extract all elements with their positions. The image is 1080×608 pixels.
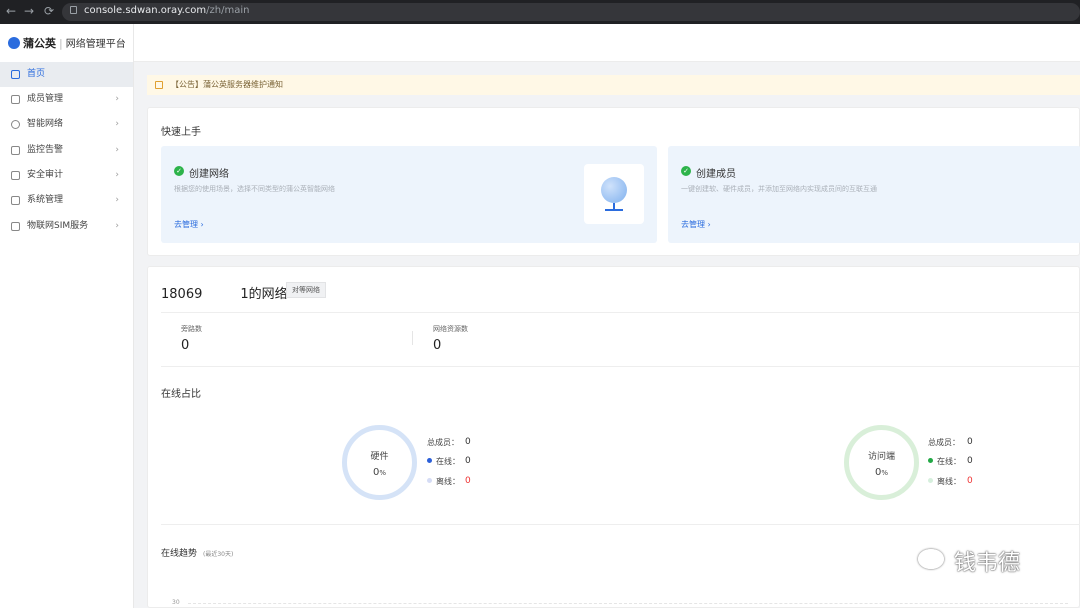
chevron-right-icon: › — [115, 119, 119, 129]
access-online-value: 0 — [967, 456, 973, 466]
trend-axis-tick: 30 — [172, 599, 180, 606]
hardware-total-value: 0 — [465, 437, 471, 447]
stat-value-bypass: 0 — [181, 338, 190, 353]
create-network-card[interactable]: ✓ 创建网络 根据您的使用场景，选择不同类型的蒲公英智能网络 去管理 › — [161, 146, 657, 243]
sidebar: 蒲公英 | 网络管理平台 首页 成员管理 › 智能网络 › 监控告警 › 安全审计 › 系统… — [0, 24, 134, 608]
create-member-card[interactable]: ✓ 创建成员 一键创建软、硬件成员，并添加至网络内实现成员间的互联互通 去管理 … — [668, 146, 1080, 243]
brand-logo[interactable]: 蒲公英 | 网络管理平台 — [8, 35, 126, 51]
monitor-icon — [11, 146, 20, 155]
notice-bar[interactable]: 【公告】蒲公英服务器维护通知 — [147, 75, 1080, 95]
hardware-total-label: 总成员： — [427, 438, 459, 447]
dandelion-logo-icon — [8, 37, 20, 49]
access-ring-chart — [844, 425, 919, 500]
audit-icon — [11, 171, 20, 180]
quickstart-card: 快速上手 ✓ 创建网络 根据您的使用场景，选择不同类型的蒲公英智能网络 去管理 … — [147, 107, 1080, 256]
offline-dot-icon — [928, 478, 933, 483]
user-icon — [11, 95, 20, 104]
url-text[interactable]: console.sdwan.oray.com/zh/main — [84, 5, 249, 16]
hardware-offline-label: 离线： — [427, 476, 460, 487]
create-member-link[interactable]: 去管理 › — [681, 219, 711, 230]
divider — [161, 312, 1080, 313]
online-trend-title: 在线趋势 (最近30天) — [161, 549, 234, 559]
divider — [161, 524, 1080, 525]
network-type-badge: 对等网络 — [286, 282, 326, 298]
access-offline-label: 离线： — [928, 476, 961, 487]
reload-icon[interactable]: ⟳ — [44, 4, 54, 18]
create-member-title: 创建成员 — [696, 169, 736, 180]
hardware-ring-chart — [342, 425, 417, 500]
network-icon — [11, 120, 20, 129]
chevron-right-icon: › — [115, 94, 119, 104]
network-name: 18069 1的网络 — [161, 286, 288, 302]
access-offline-value: 0 — [967, 476, 973, 486]
top-header — [134, 24, 1080, 62]
sidebar-item-network[interactable]: 智能网络 › — [0, 112, 133, 137]
divider — [161, 366, 1080, 367]
check-circle-icon: ✓ — [681, 166, 691, 176]
hardware-percent: 0% — [372, 467, 387, 478]
create-network-desc: 根据您的使用场景，选择不同类型的蒲公英智能网络 — [174, 185, 335, 193]
chevron-right-icon: › — [115, 145, 119, 155]
access-label: 访问端 — [867, 452, 895, 462]
access-online-label: 在线： — [928, 456, 961, 467]
access-total-value: 0 — [967, 437, 973, 447]
online-ratio-title: 在线占比 — [161, 389, 201, 400]
online-dot-icon — [427, 458, 432, 463]
offline-dot-icon — [427, 478, 432, 483]
access-percent: 0% — [874, 467, 889, 478]
chevron-right-icon: › — [115, 195, 119, 205]
hardware-online-value: 0 — [465, 456, 471, 466]
forward-icon[interactable]: → — [24, 4, 34, 18]
trend-gridline — [188, 603, 1068, 604]
hardware-online-label: 在线： — [427, 456, 460, 467]
browser-bar: ← → ⟳ console.sdwan.oray.com/zh/main — [0, 0, 1080, 24]
hardware-label: 硬件 — [370, 452, 389, 462]
wechat-icon — [918, 549, 944, 569]
back-icon[interactable]: ← — [6, 4, 16, 18]
redacted-mask — [202, 286, 241, 300]
lock-icon — [70, 6, 77, 14]
sidebar-item-audit[interactable]: 安全审计 › — [0, 163, 133, 188]
sidebar-item-home[interactable]: 首页 — [0, 62, 133, 87]
sidebar-item-monitor[interactable]: 监控告警 › — [0, 138, 133, 163]
stat-value-resources: 0 — [433, 338, 442, 353]
speaker-icon — [155, 81, 163, 89]
divider — [412, 331, 413, 345]
access-total-label: 总成员： — [928, 438, 960, 447]
system-icon — [11, 196, 20, 205]
quickstart-title: 快速上手 — [161, 127, 201, 138]
create-network-title: 创建网络 — [189, 169, 229, 180]
chevron-right-icon: › — [115, 170, 119, 180]
create-network-link[interactable]: 去管理 › — [174, 219, 204, 230]
home-icon — [11, 70, 20, 79]
sim-icon — [11, 222, 20, 231]
stat-label-bypass: 旁路数 — [181, 325, 202, 333]
globe-icon — [584, 164, 644, 224]
online-dot-icon — [928, 458, 933, 463]
hardware-offline-value: 0 — [465, 476, 471, 486]
watermark: 钱韦德 — [918, 543, 1058, 583]
sidebar-item-members[interactable]: 成员管理 › — [0, 87, 133, 112]
sidebar-item-system[interactable]: 系统管理 › — [0, 188, 133, 213]
check-circle-icon: ✓ — [174, 166, 184, 176]
chevron-right-icon: › — [115, 221, 119, 231]
sidebar-item-sim[interactable]: 物联网SIM服务 › — [0, 214, 133, 239]
create-member-desc: 一键创建软、硬件成员，并添加至网络内实现成员间的互联互通 — [681, 185, 877, 193]
stat-label-resources: 网络资源数 — [433, 325, 468, 333]
